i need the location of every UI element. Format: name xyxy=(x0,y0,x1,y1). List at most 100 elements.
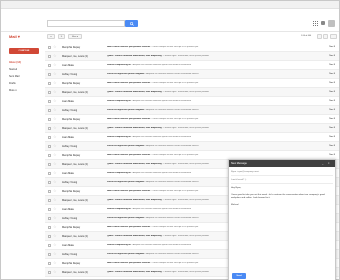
subject-field[interactable]: Lunch break? :) xyxy=(231,177,333,184)
table-row[interactable]: ☆ Marquez, me, Louis (4) Quasi? Fames comm… xyxy=(45,52,339,61)
table-row[interactable]: ☆ Juan Mata Dolore a adipisicing ac - Aliq… xyxy=(45,61,339,70)
row-checkbox[interactable] xyxy=(48,199,51,202)
table-row[interactable]: ☆ Ashley Young Lorem ea dignissim primis m… xyxy=(45,106,339,115)
send-button[interactable]: Send xyxy=(232,273,246,279)
star-icon[interactable]: ☆ xyxy=(53,44,57,49)
sidebar-item-sent-mail[interactable]: Sent Mail xyxy=(9,73,43,80)
row-checkbox[interactable] xyxy=(48,217,51,220)
row-checkbox[interactable] xyxy=(48,154,51,157)
star-icon[interactable]: ☆ xyxy=(53,260,57,265)
compose-window: New Message _ × Ryan <ryan@company.com> … xyxy=(228,159,336,280)
table-row[interactable]: ☆ Marquez, me, Louis (4) Quasi? Fames comm… xyxy=(45,124,339,133)
star-icon[interactable]: ☆ xyxy=(53,143,57,148)
table-row[interactable]: ☆ Memphis Depay Nam a lacus facilisis pers… xyxy=(45,115,339,124)
next-page-button[interactable] xyxy=(323,34,328,39)
row-checkbox[interactable] xyxy=(48,208,51,211)
row-snippet: Nam a lacus facilisis perspiciatis rhonc… xyxy=(107,46,267,48)
refresh-button[interactable]: ↻ xyxy=(58,34,65,39)
star-icon[interactable]: ☆ xyxy=(53,233,57,238)
sidebar-item-starred[interactable]: Starred xyxy=(9,66,43,73)
row-checkbox[interactable] xyxy=(48,136,51,139)
sidebar-item-inbox[interactable]: Inbox (12) xyxy=(9,59,43,66)
star-icon[interactable]: ☆ xyxy=(53,188,57,193)
row-checkbox[interactable] xyxy=(48,73,51,76)
more-button[interactable]: More ▾ xyxy=(68,34,82,39)
row-date: Nov 8 xyxy=(329,73,335,75)
row-preview: - Aliquam vel nostrum dolores nostra sol… xyxy=(144,73,199,75)
table-row[interactable]: ☆ Marquez, me, Louis (4) Quasi? Fames comm… xyxy=(45,88,339,97)
star-icon[interactable]: ☆ xyxy=(53,224,57,229)
star-icon[interactable]: ☆ xyxy=(53,242,57,247)
star-icon[interactable]: ☆ xyxy=(53,152,57,157)
row-subject: Lorem ea dignissim primis magnam xyxy=(107,181,145,183)
row-checkbox[interactable] xyxy=(48,271,51,274)
settings-button[interactable] xyxy=(330,34,337,39)
message-body[interactable]: Hey Ryan, I have good to take you out th… xyxy=(231,187,333,210)
table-row[interactable]: ☆ Memphis Depay Nam a lacus facilisis pers… xyxy=(45,79,339,88)
star-icon[interactable]: ☆ xyxy=(53,71,57,76)
sidebar-item-more[interactable]: More ▾ xyxy=(9,87,43,94)
star-icon[interactable]: ☆ xyxy=(53,89,57,94)
to-field[interactable]: Ryan <ryan@company.com> xyxy=(231,169,333,176)
row-checkbox[interactable] xyxy=(48,226,51,229)
mail-label-text: Mail xyxy=(9,34,17,39)
avatar[interactable] xyxy=(328,20,335,27)
row-sender: Juan Mata xyxy=(62,208,74,211)
table-row[interactable]: ☆ Ashley Young Lorem ea dignissim primis m… xyxy=(45,70,339,79)
prev-page-button[interactable] xyxy=(317,34,322,39)
compose-button[interactable]: COMPOSE xyxy=(9,48,39,54)
row-checkbox[interactable] xyxy=(48,253,51,256)
star-icon[interactable]: ☆ xyxy=(53,134,57,139)
row-checkbox[interactable] xyxy=(48,262,51,265)
browser-frame: Mail ▾ ▾ ↻ More ▾ 1-50 of 400 COMPOSE In… xyxy=(0,0,340,280)
star-icon[interactable]: ☆ xyxy=(53,215,57,220)
star-icon[interactable]: ☆ xyxy=(53,80,57,85)
row-date: Nov 8 xyxy=(329,46,335,48)
row-checkbox[interactable] xyxy=(48,109,51,112)
star-icon[interactable]: ☆ xyxy=(53,116,57,121)
row-checkbox[interactable] xyxy=(48,91,51,94)
row-checkbox[interactable] xyxy=(48,244,51,247)
star-icon[interactable]: ☆ xyxy=(53,98,57,103)
table-row[interactable]: ☆ Juan Mata Dolore a adipisicing ac - Aliq… xyxy=(45,133,339,142)
row-checkbox[interactable] xyxy=(48,163,51,166)
row-checkbox[interactable] xyxy=(48,55,51,58)
row-subject: Lorem ea dignissim primis magnam xyxy=(107,253,145,255)
row-checkbox[interactable] xyxy=(48,190,51,193)
row-checkbox[interactable] xyxy=(48,181,51,184)
row-checkbox[interactable] xyxy=(48,82,51,85)
close-icon[interactable]: × xyxy=(328,162,331,165)
row-checkbox[interactable] xyxy=(48,118,51,121)
search-input[interactable] xyxy=(47,20,125,27)
sidebar-item-drafts[interactable]: Drafts xyxy=(9,80,43,87)
row-checkbox[interactable] xyxy=(48,64,51,67)
star-icon[interactable]: ☆ xyxy=(53,170,57,175)
star-icon[interactable]: ☆ xyxy=(53,206,57,211)
star-icon[interactable]: ☆ xyxy=(53,161,57,166)
table-row[interactable]: ☆ Memphis Depay Nam a lacus facilisis pers… xyxy=(45,43,339,52)
row-sender: Marquez, me, Louis (4) xyxy=(62,235,88,238)
star-icon[interactable]: ☆ xyxy=(53,107,57,112)
row-checkbox[interactable] xyxy=(48,235,51,238)
star-icon[interactable]: ☆ xyxy=(53,269,57,274)
star-icon[interactable]: ☆ xyxy=(53,179,57,184)
select-all-checkbox[interactable]: ▾ xyxy=(47,34,55,39)
star-icon[interactable]: ☆ xyxy=(53,53,57,58)
row-checkbox[interactable] xyxy=(48,100,51,103)
table-row[interactable]: ☆ Juan Mata Dolore a adipisicing ac - Aliq… xyxy=(45,97,339,106)
star-icon[interactable]: ☆ xyxy=(53,125,57,130)
apps-grid-icon[interactable] xyxy=(313,21,318,26)
star-icon[interactable]: ☆ xyxy=(53,251,57,256)
notifications-icon[interactable] xyxy=(321,21,325,25)
row-checkbox[interactable] xyxy=(48,46,51,49)
row-checkbox[interactable] xyxy=(48,172,51,175)
row-preview: - Laoreet eget? Sollicitudin, tellus ips… xyxy=(162,163,210,165)
table-row[interactable]: ☆ Ashley Young Lorem ea dignissim primis m… xyxy=(45,142,339,151)
row-checkbox[interactable] xyxy=(48,127,51,130)
mail-label[interactable]: Mail ▾ xyxy=(9,34,20,39)
search-button[interactable] xyxy=(125,20,138,27)
star-icon[interactable]: ☆ xyxy=(53,62,57,67)
row-checkbox[interactable] xyxy=(48,145,51,148)
minimize-icon[interactable]: _ xyxy=(322,162,325,165)
star-icon[interactable]: ☆ xyxy=(53,197,57,202)
